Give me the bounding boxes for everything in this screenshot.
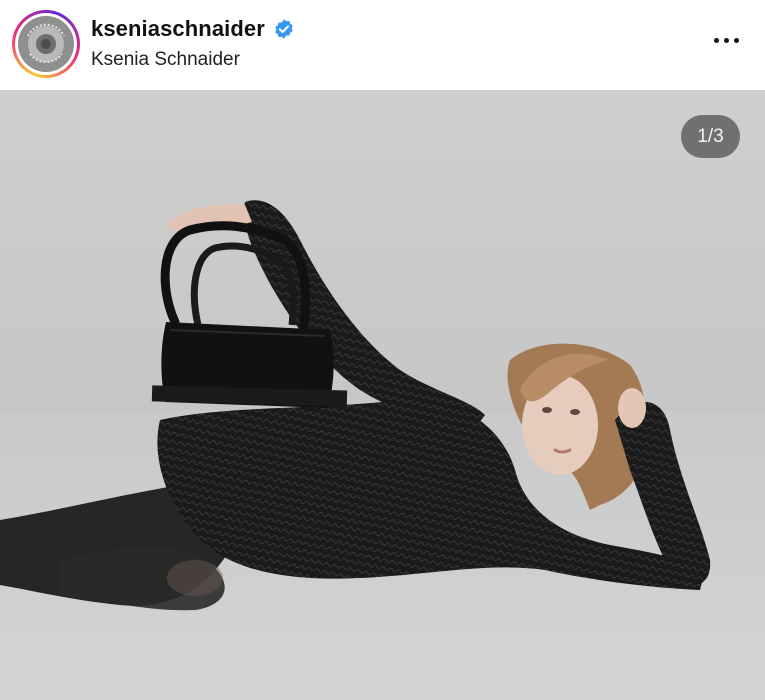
media-counter-badge: 1/3 <box>681 115 740 158</box>
verified-badge-icon <box>275 19 293 39</box>
post-photo[interactable]: 1/3 <box>0 90 765 700</box>
fashion-photo-illustration <box>0 200 765 700</box>
full-name: Ksenia Schnaider <box>91 49 240 70</box>
username-link[interactable]: kseniaschnaider <box>91 16 265 42</box>
more-options-icon[interactable] <box>710 34 743 47</box>
post-header: kseniaschnaider Ksenia Schnaider <box>0 0 765 90</box>
story-ring[interactable] <box>12 10 80 78</box>
kseniaschnaider-logo-icon <box>19 17 73 71</box>
avatar[interactable] <box>18 16 74 72</box>
